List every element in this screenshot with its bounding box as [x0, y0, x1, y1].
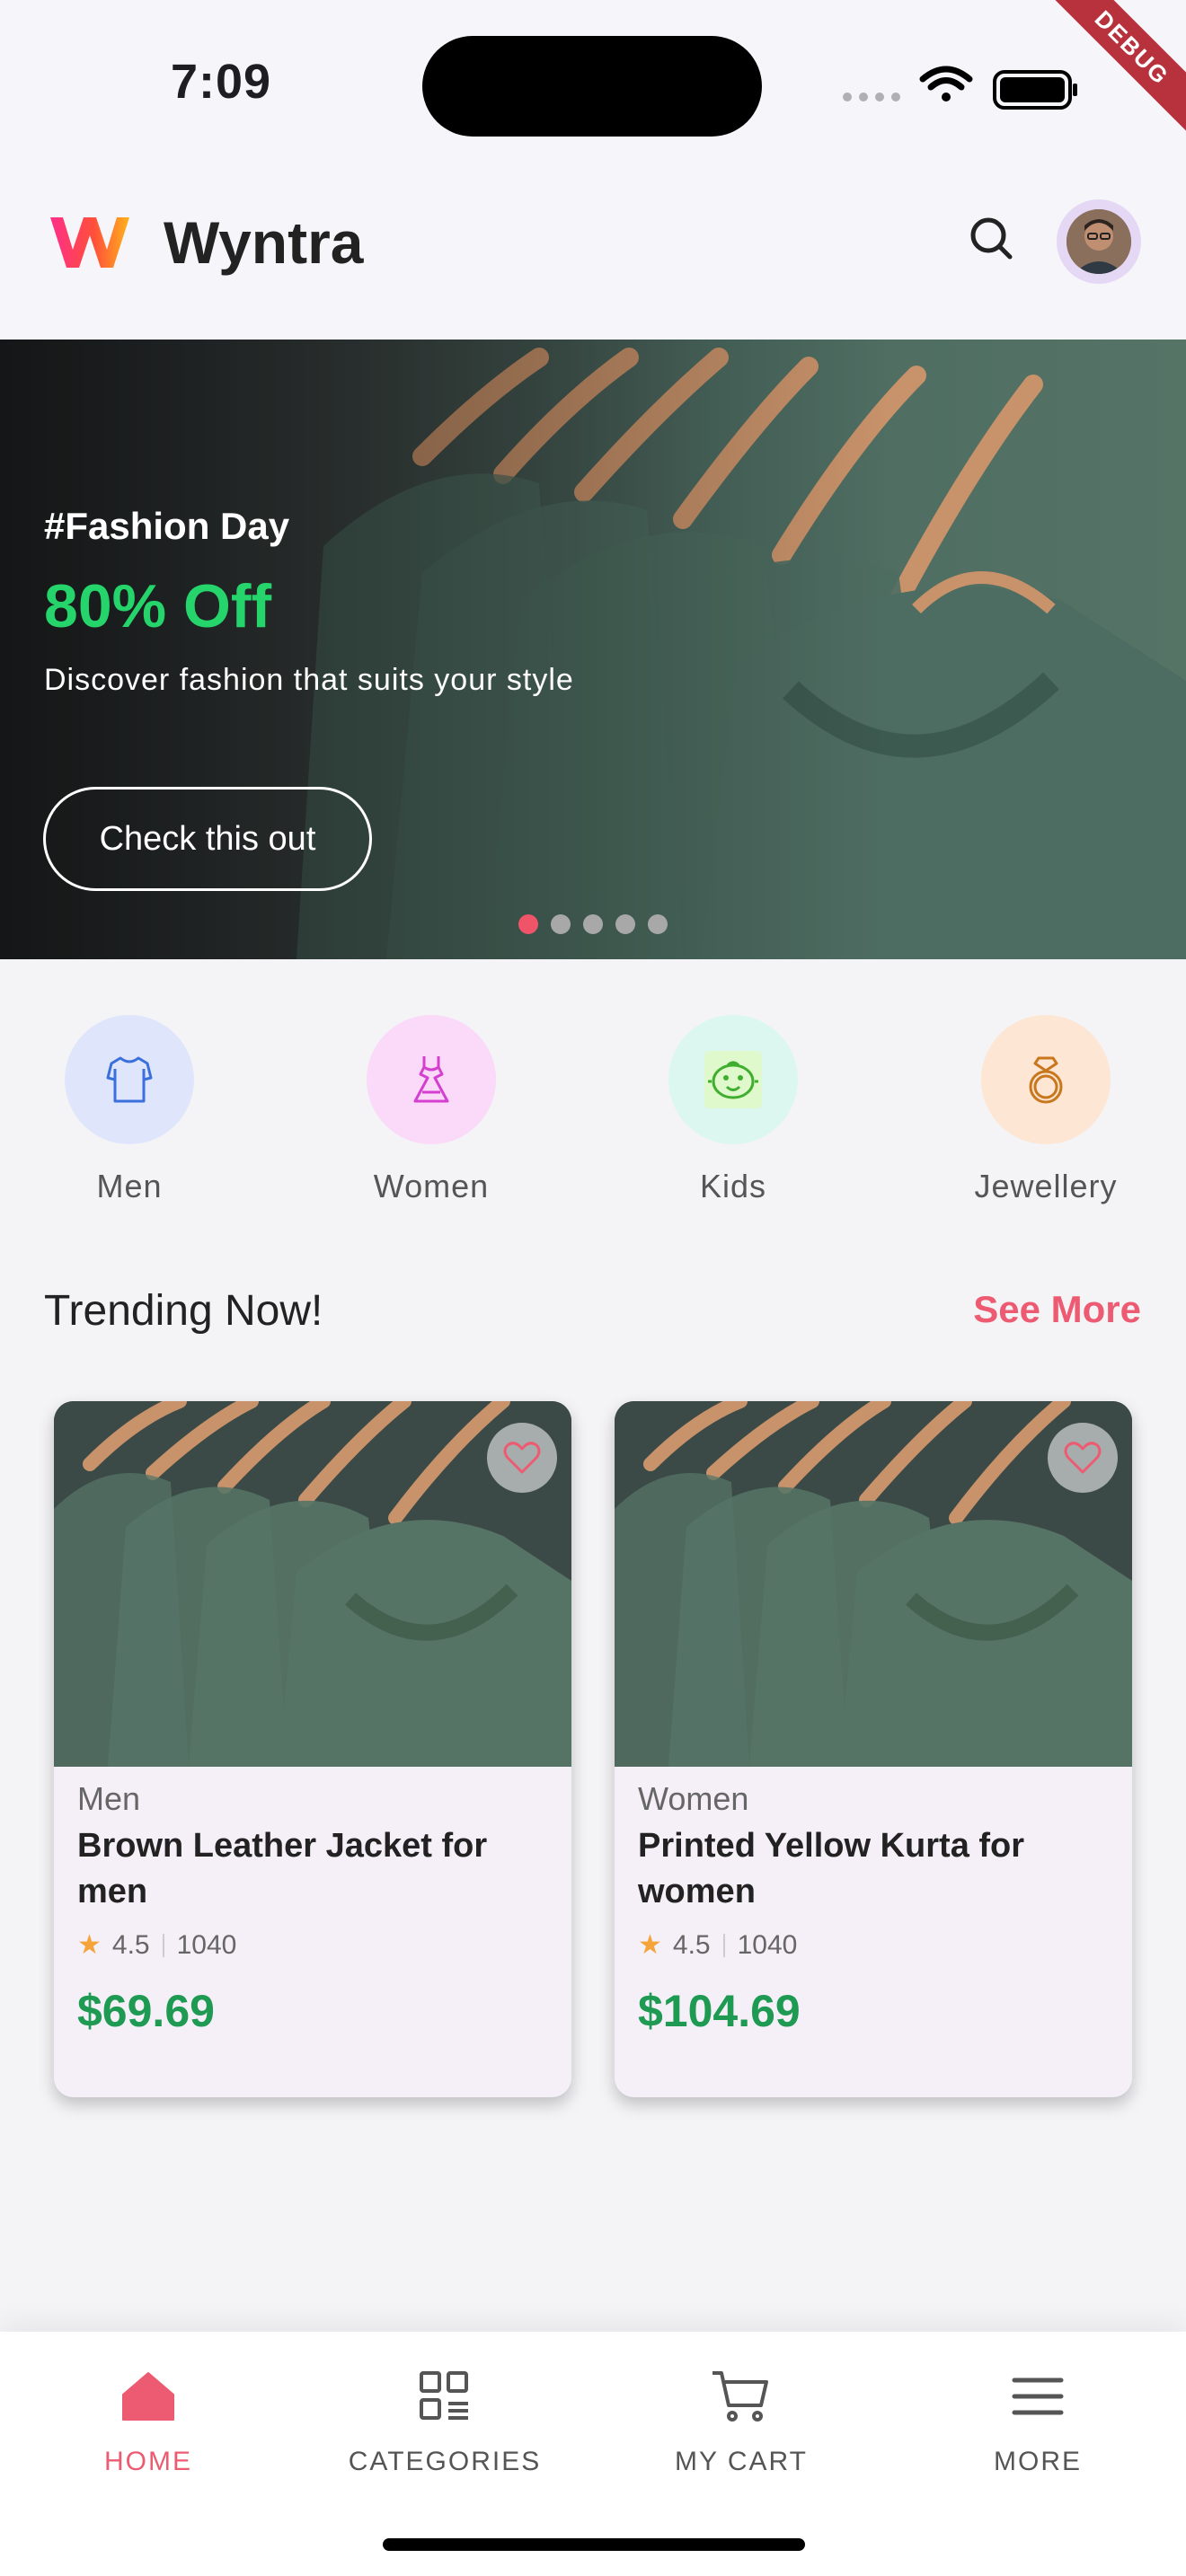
brand-logo	[50, 217, 129, 268]
heart-icon	[503, 1442, 541, 1474]
product-category: Women	[638, 1780, 749, 1817]
nav-label: MY CART	[675, 2447, 808, 2476]
product-card[interactable]: Men Brown Leather Jacket for men ★ 4.5 1…	[54, 1401, 571, 2097]
product-name: Brown Leather Jacket for men	[77, 1827, 488, 1910]
category-icon-circle	[981, 1015, 1111, 1144]
see-more-link[interactable]: See More	[973, 1288, 1141, 1331]
category-label: Jewellery	[974, 1168, 1118, 1204]
check-this-out-button[interactable]: Check this out	[43, 787, 372, 891]
heart-icon	[1064, 1442, 1102, 1474]
promo-banner[interactable]: #Fashion Day 80% Off Discover fashion th…	[0, 340, 1186, 959]
rating-value: 4.5	[672, 1929, 711, 1960]
carousel-indicator	[518, 914, 668, 934]
review-count: 1040	[737, 1929, 798, 1960]
nav-home[interactable]: HOME	[22, 2364, 274, 2477]
product-rating: ★ 4.5 1040	[77, 1929, 236, 1961]
carousel-dot[interactable]	[518, 914, 538, 934]
banner-offer: 80% Off	[44, 572, 272, 640]
product-card[interactable]: Women Printed Yellow Kurta for women ★ 4…	[615, 1401, 1132, 2097]
category-icon-circle	[367, 1015, 496, 1144]
home-indicator	[383, 2538, 805, 2551]
cart-icon	[712, 2371, 768, 2422]
product-name: Printed Yellow Kurta for women	[638, 1827, 1025, 1910]
category-icon-circle	[668, 1015, 798, 1144]
star-icon: ★	[77, 1930, 102, 1960]
menu-icon	[1012, 2378, 1064, 2415]
star-icon: ★	[638, 1930, 662, 1960]
shirt-icon	[106, 1056, 153, 1103]
category-kids[interactable]: Kids	[625, 1015, 841, 1205]
nav-label: CATEGORIES	[348, 2447, 542, 2476]
category-label: Men	[96, 1168, 163, 1204]
nav-categories[interactable]: CATEGORIES	[319, 2364, 571, 2477]
status-time: 7:09	[171, 55, 272, 109]
avatar[interactable]	[1057, 199, 1141, 284]
home-icon	[122, 2372, 174, 2421]
review-count: 1040	[176, 1929, 237, 1960]
wishlist-button[interactable]	[1048, 1423, 1118, 1493]
battery-icon	[993, 70, 1077, 110]
product-category: Men	[77, 1780, 141, 1817]
product-price: $69.69	[77, 1986, 215, 2036]
app-title: Wyntra	[164, 209, 364, 276]
nav-label: HOME	[104, 2447, 192, 2476]
search-icon[interactable]	[961, 208, 1022, 269]
category-men[interactable]: Men	[22, 1015, 237, 1205]
cellular-signal-icon	[843, 93, 900, 101]
section-title: Trending Now!	[44, 1287, 323, 1335]
banner-description: Discover fashion that suits your style	[44, 663, 574, 697]
category-women[interactable]: Women	[323, 1015, 539, 1205]
nav-my-cart[interactable]: MY CART	[615, 2364, 867, 2477]
status-bar: 7:09 DEBUG	[0, 0, 1186, 162]
carousel-dot[interactable]	[551, 914, 571, 934]
category-jewellery[interactable]: Jewellery	[938, 1015, 1154, 1205]
banner-tag: #Fashion Day	[44, 505, 290, 547]
carousel-dot[interactable]	[615, 914, 635, 934]
baby-icon	[704, 1051, 762, 1108]
category-icon-circle	[65, 1015, 194, 1144]
grid-icon	[420, 2371, 468, 2420]
category-label: Kids	[699, 1168, 767, 1204]
carousel-dot[interactable]	[583, 914, 603, 934]
product-price: $104.69	[638, 1986, 801, 2036]
nav-more[interactable]: MORE	[912, 2364, 1164, 2477]
ring-icon	[1029, 1056, 1063, 1104]
app-bar: Wyntra	[0, 162, 1186, 340]
dynamic-island	[422, 36, 762, 137]
category-label: Women	[373, 1168, 490, 1204]
dress-icon	[413, 1056, 449, 1103]
wishlist-button[interactable]	[487, 1423, 557, 1493]
category-list: Men Women Kids Jewellery	[0, 1015, 1186, 1222]
rating-value: 4.5	[111, 1929, 150, 1960]
carousel-dot[interactable]	[648, 914, 668, 934]
status-icons	[843, 66, 1077, 110]
wifi-icon	[919, 66, 973, 101]
product-rating: ★ 4.5 1040	[638, 1929, 797, 1961]
profile-photo	[1067, 209, 1131, 274]
nav-label: MORE	[994, 2447, 1082, 2476]
